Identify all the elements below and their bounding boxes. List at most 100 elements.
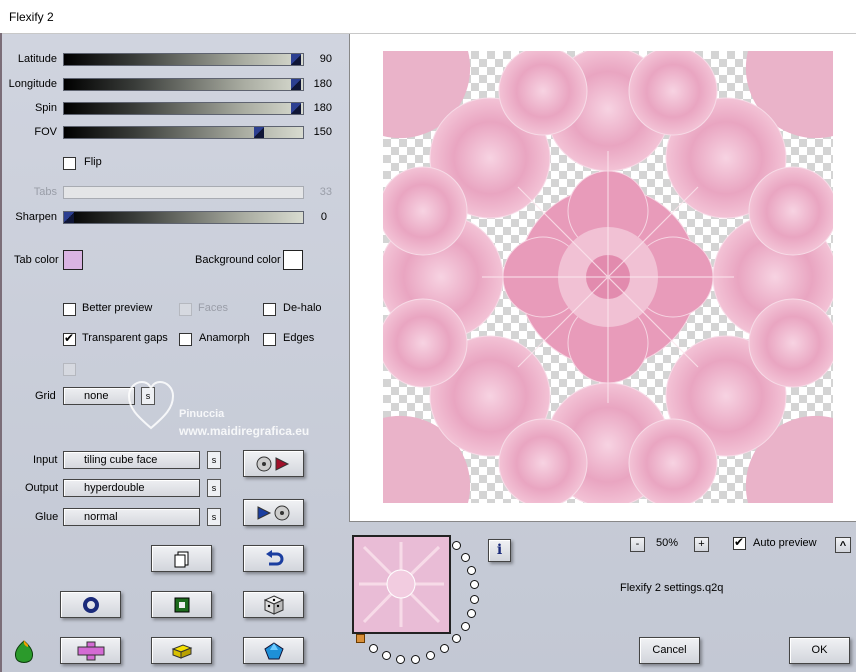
save-output-button[interactable]	[243, 499, 304, 526]
navigator-handle-icon[interactable]	[356, 634, 365, 643]
preset-dot[interactable]	[452, 541, 461, 550]
output-dropdown[interactable]: hyperdouble	[63, 479, 200, 497]
preset-dot[interactable]	[470, 580, 479, 589]
preset-dot[interactable]	[396, 655, 405, 664]
copy-icon	[174, 551, 188, 567]
transparent-gaps-checkbox[interactable]: ✔	[63, 331, 76, 346]
spin-thumb[interactable]	[291, 103, 301, 114]
anamorph-label: Anamorph	[199, 332, 250, 344]
preset-dot[interactable]	[426, 651, 435, 660]
random-button[interactable]	[243, 591, 304, 618]
input-value: tiling cube face	[84, 454, 158, 466]
check-mark-icon: ✔	[64, 331, 75, 345]
flaming-pear-logo-icon	[10, 638, 38, 666]
fov-thumb[interactable]	[254, 127, 264, 138]
auto-preview-checkbox[interactable]: ✔	[733, 535, 746, 550]
preset-dot[interactable]	[452, 634, 461, 643]
load-input-button[interactable]	[243, 450, 304, 477]
sharpen-label: Sharpen	[15, 211, 57, 223]
faces-checkbox	[179, 303, 192, 316]
flip-checkbox[interactable]	[63, 157, 76, 170]
longitude-thumb[interactable]	[291, 79, 301, 90]
preview-canvas[interactable]	[383, 51, 833, 503]
better-preview-checkbox[interactable]	[63, 303, 76, 316]
preset-dot[interactable]	[467, 566, 476, 575]
brick-button[interactable]	[151, 637, 212, 664]
background-color-swatch[interactable]	[283, 250, 303, 270]
watermark-line1: Pinuccia	[179, 408, 225, 420]
longitude-value[interactable]: 180	[302, 78, 332, 90]
spin-value[interactable]: 180	[302, 102, 332, 114]
glue-s-button[interactable]: s	[207, 508, 221, 526]
preset-dot[interactable]	[461, 553, 470, 562]
dehalo-checkbox[interactable]	[263, 303, 276, 316]
collapse-up-button[interactable]: ^	[835, 537, 851, 553]
preset-dot[interactable]	[461, 622, 470, 631]
flip-label: Flip	[84, 156, 102, 168]
pink-cross-icon	[77, 641, 104, 660]
background-color-label: Background color	[195, 254, 281, 266]
latitude-thumb[interactable]	[291, 54, 301, 65]
blue-gem-icon	[263, 641, 284, 659]
anamorph-checkbox[interactable]	[179, 333, 192, 346]
undo-button[interactable]	[243, 545, 304, 572]
tab-color-label: Tab color	[14, 254, 59, 266]
input-s-button[interactable]: s	[207, 451, 221, 469]
copy-button[interactable]	[151, 545, 212, 572]
yellow-brick-icon	[171, 643, 192, 659]
sharpen-value[interactable]: 0	[297, 211, 327, 223]
sharpen-thumb[interactable]	[64, 212, 74, 223]
preset-dot[interactable]	[382, 651, 391, 660]
undo-arrow-icon	[265, 549, 283, 565]
ring-button[interactable]	[60, 591, 121, 618]
edges-checkbox[interactable]	[263, 333, 276, 346]
cancel-button[interactable]: Cancel	[639, 637, 700, 664]
preset-dot[interactable]	[440, 644, 449, 653]
grid-label: Grid	[35, 390, 56, 402]
frame-button[interactable]	[151, 591, 212, 618]
preset-dot[interactable]	[411, 655, 420, 664]
transparent-gaps-label: Transparent gaps	[82, 332, 168, 344]
grid-dropdown[interactable]: none	[63, 387, 135, 405]
tab-color-swatch[interactable]	[63, 250, 83, 270]
fov-value[interactable]: 150	[302, 126, 332, 138]
glue-label: Glue	[35, 511, 59, 523]
fov-label: FOV	[34, 126, 57, 138]
auto-preview-label: Auto preview	[753, 537, 817, 549]
navigator-thumbnail[interactable]	[352, 535, 451, 634]
dehalo-label: De-halo	[283, 302, 322, 314]
glue-dropdown[interactable]: normal	[63, 508, 200, 526]
glue-value: normal	[84, 511, 118, 523]
preset-dot[interactable]	[470, 595, 479, 604]
preset-dot[interactable]	[369, 644, 378, 653]
spin-slider[interactable]	[63, 102, 304, 115]
check-mark-icon: ✔	[734, 535, 745, 549]
edges-label: Edges	[283, 332, 315, 344]
tabs-label: Tabs	[33, 186, 57, 198]
output-label: Output	[25, 482, 59, 494]
gem-button[interactable]	[243, 637, 304, 664]
title-bar: Flexify 2	[0, 0, 856, 34]
sharpen-slider[interactable]	[63, 211, 304, 224]
thumbnail-image	[354, 537, 449, 632]
longitude-slider[interactable]	[63, 78, 304, 91]
dice-icon	[263, 594, 284, 615]
latitude-slider[interactable]	[63, 53, 304, 66]
tabs-slider	[63, 186, 304, 199]
faces-label: Faces	[198, 302, 228, 314]
zoom-in-button[interactable]: +	[694, 537, 709, 552]
better-preview-label: Better preview	[82, 302, 153, 314]
zoom-value: 50%	[656, 537, 679, 549]
preset-dot[interactable]	[467, 609, 476, 618]
cross-button[interactable]	[60, 637, 121, 664]
output-s-button[interactable]: s	[207, 479, 221, 497]
ok-button[interactable]: OK	[789, 637, 850, 664]
input-dropdown[interactable]: tiling cube face	[63, 451, 200, 469]
fov-slider[interactable]	[63, 126, 304, 139]
window-title: Flexify 2	[9, 10, 54, 24]
info-button[interactable]: i	[488, 539, 511, 562]
spin-label: Spin	[34, 102, 57, 114]
settings-filename: Flexify 2 settings.q2q	[620, 582, 724, 594]
zoom-out-button[interactable]: -	[630, 537, 645, 552]
latitude-value[interactable]: 90	[302, 53, 332, 65]
